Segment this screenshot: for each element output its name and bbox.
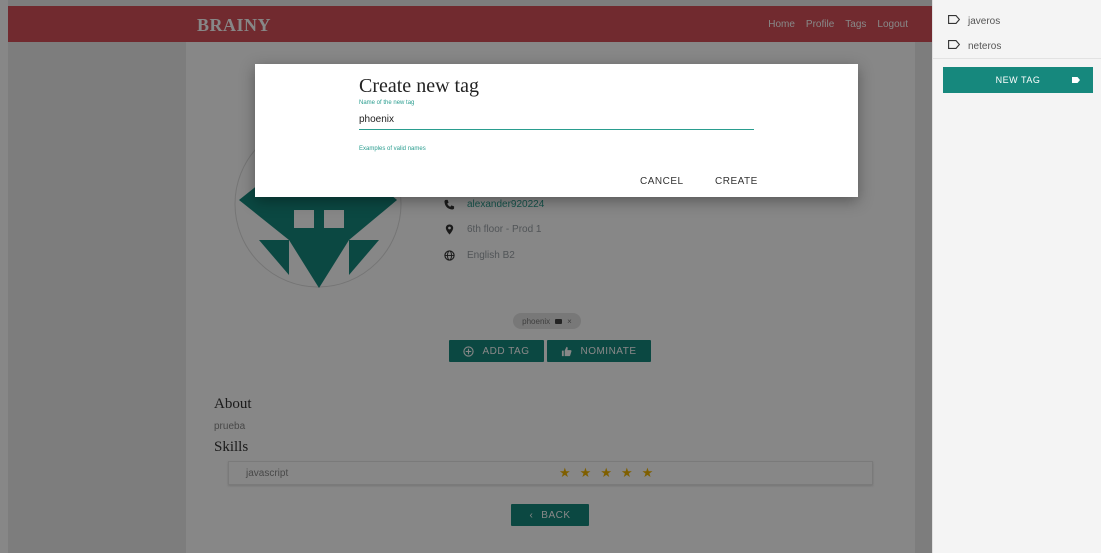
- tags-sidebar: javeros neteros NEW TAG: [932, 0, 1101, 553]
- new-tag-button[interactable]: NEW TAG: [943, 67, 1093, 93]
- tag-outline-icon: [948, 15, 961, 27]
- dialog-title: Create new tag: [359, 75, 479, 97]
- examples-link[interactable]: Examples of valid names: [359, 146, 426, 152]
- cancel-button[interactable]: CANCEL: [640, 176, 684, 187]
- sidebar-divider: [933, 58, 1101, 59]
- create-button[interactable]: CREATE: [715, 176, 758, 187]
- tag-name-input[interactable]: [359, 110, 754, 130]
- sidebar-item-javeros[interactable]: javeros: [933, 11, 1101, 31]
- tag-name-label: Name of the new tag: [359, 100, 415, 106]
- tag-icon: [1072, 77, 1080, 83]
- sidebar-item-neteros[interactable]: neteros: [933, 36, 1101, 56]
- tag-outline-icon: [948, 40, 961, 52]
- create-tag-dialog: Create new tag Name of the new tag Examp…: [255, 64, 858, 197]
- sidebar-item-label: neteros: [968, 40, 1002, 52]
- new-tag-label: NEW TAG: [995, 75, 1041, 85]
- sidebar-item-label: javeros: [968, 15, 1001, 27]
